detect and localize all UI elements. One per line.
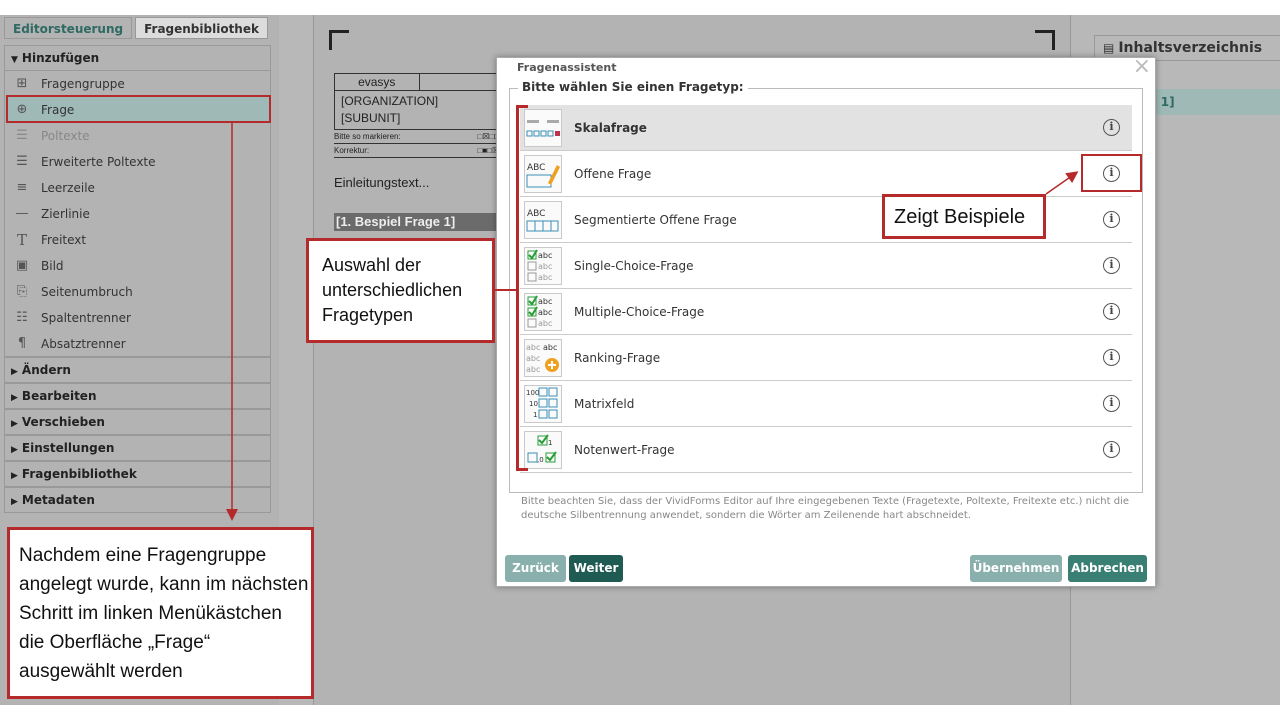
annotation-auswahl: Auswahl der unterschiedlichen Fragetypen xyxy=(306,238,495,343)
arrow-to-info xyxy=(1045,171,1079,195)
annotation-zeigt: Zeigt Beispiele xyxy=(882,194,1046,239)
annotation-nachdem: Nachdem eine Fragengruppe angelegt wurde… xyxy=(7,527,314,699)
